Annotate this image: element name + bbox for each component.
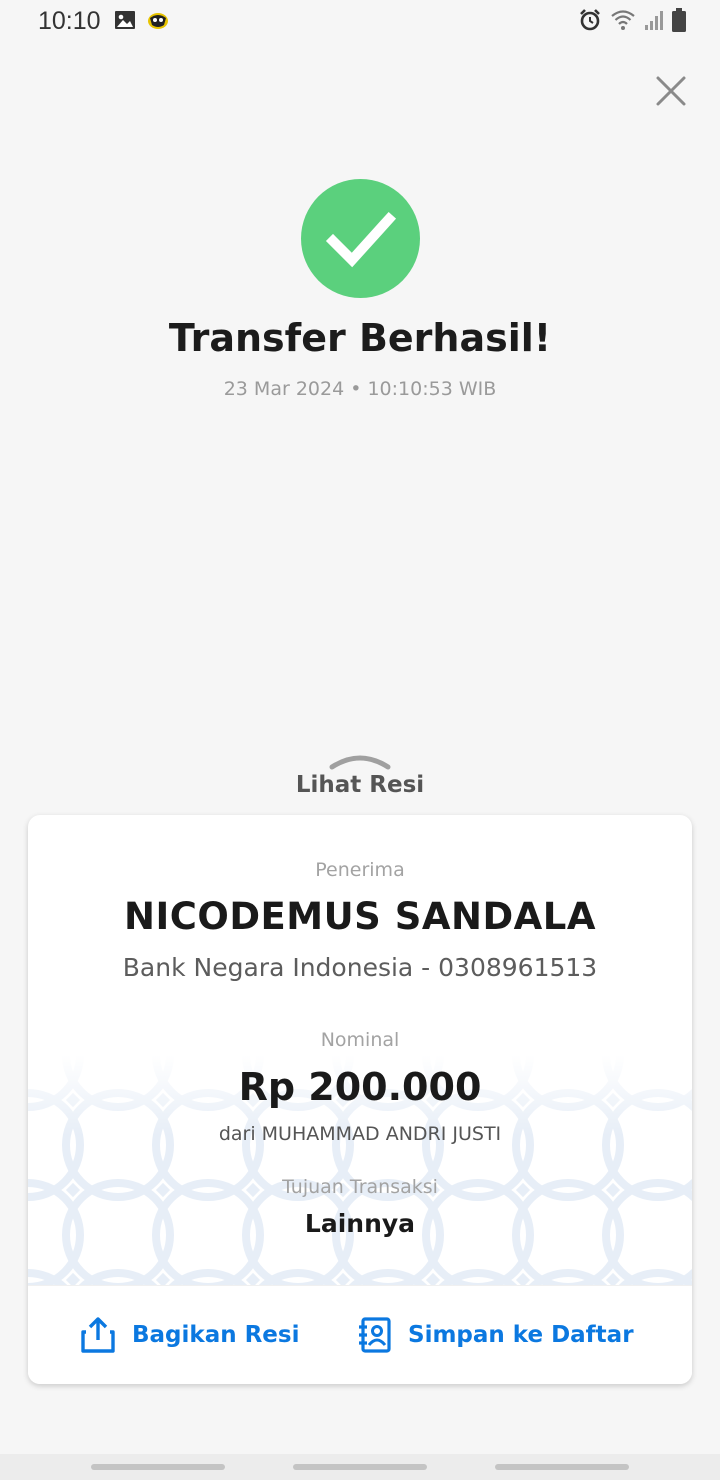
- system-nav-bar: [0, 1454, 720, 1480]
- nav-back-button[interactable]: [495, 1464, 629, 1470]
- view-receipt-handle[interactable]: [329, 752, 391, 770]
- recipient-label: Penerima: [315, 859, 405, 881]
- app-notification-icon: [146, 10, 170, 36]
- share-receipt-label: Bagikan Resi: [132, 1322, 300, 1348]
- view-receipt-label[interactable]: Lihat Resi: [0, 772, 720, 798]
- amount-label: Nominal: [320, 1029, 400, 1051]
- recipient-name: NICODEMUS SANDALA: [123, 895, 597, 938]
- close-icon: [656, 76, 686, 106]
- receipt-actions: Bagikan Resi Simpan ke Daftar: [28, 1285, 692, 1384]
- status-bar: 10:10: [0, 0, 720, 44]
- page-title: Transfer Berhasil!: [168, 316, 552, 360]
- battery-icon: [672, 8, 686, 36]
- receipt-card: Penerima NICODEMUS SANDALA Bank Negara I…: [28, 815, 692, 1384]
- transaction-purpose: Lainnya: [304, 1209, 416, 1238]
- save-to-list-button[interactable]: Simpan ke Daftar: [356, 1316, 634, 1354]
- gallery-icon: [114, 10, 136, 36]
- success-badge: [301, 179, 420, 298]
- chevron-up-icon: [329, 755, 391, 770]
- share-receipt-button[interactable]: Bagikan Resi: [80, 1316, 299, 1354]
- nav-home-button[interactable]: [293, 1464, 427, 1470]
- sender-name: dari MUHAMMAD ANDRI JUSTI: [218, 1123, 502, 1145]
- recipient-bank-account: Bank Negara Indonesia - 0308961513: [122, 953, 598, 982]
- nav-recents-button[interactable]: [91, 1464, 225, 1470]
- close-button[interactable]: [654, 74, 688, 108]
- purpose-label: Tujuan Transaksi: [282, 1176, 438, 1198]
- alarm-icon: [578, 8, 602, 36]
- check-icon: [325, 211, 396, 267]
- share-icon: [81, 1317, 115, 1353]
- status-time: 10:10: [38, 7, 101, 35]
- transaction-datetime: 23 Mar 2024 • 10:10:53 WIB: [223, 378, 497, 400]
- transfer-amount: Rp 200.000: [238, 1065, 482, 1109]
- wifi-icon: [610, 9, 636, 35]
- contact-book-icon: [359, 1317, 391, 1353]
- save-to-list-label: Simpan ke Daftar: [408, 1322, 634, 1348]
- transfer-success-screen: 10:10 Transfer Berhasil! 23 Mar 2024 • 1…: [0, 0, 720, 1480]
- signal-icon: [644, 9, 664, 35]
